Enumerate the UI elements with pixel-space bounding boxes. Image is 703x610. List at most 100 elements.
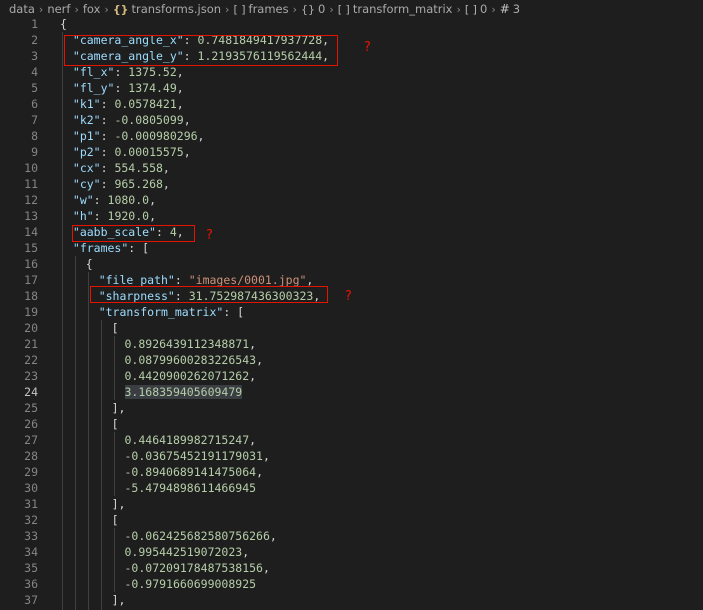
json-number: 1374.49 <box>128 81 177 95</box>
breadcrumb-item-transform-matrix[interactable]: [ ] transform_matrix <box>338 2 453 16</box>
indent-guide <box>114 528 115 592</box>
code-text: "k2": -0.0805099, <box>73 112 191 128</box>
code-line[interactable]: 23 0.4420900262071262, <box>0 368 703 384</box>
breadcrumb-item-fox[interactable]: fox <box>83 2 101 16</box>
line-number: 37 <box>24 593 38 607</box>
code-line[interactable]: 24 3.168359405609479 <box>0 384 703 400</box>
line-number: 17 <box>24 273 38 287</box>
json-number: 0.00015575 <box>114 145 184 159</box>
line-number: 20 <box>24 321 38 335</box>
code-line[interactable]: 13 "h": 1920.0, <box>0 208 703 224</box>
json-number: -5.4794898611466945 <box>124 481 257 495</box>
array-icon: [ ] <box>233 2 246 16</box>
breadcrumb-item-row-0[interactable]: [ ] 0 <box>465 2 487 16</box>
code-text: [ <box>112 512 119 528</box>
code-line[interactable]: 31], <box>0 496 703 512</box>
code-text: -0.07209178487538156, <box>125 560 270 576</box>
breadcrumb-label: nerf <box>47 2 71 16</box>
json-punctuation: ], <box>111 593 126 607</box>
indent-guide <box>75 256 76 610</box>
breadcrumb-item-data[interactable]: data <box>9 2 35 16</box>
breadcrumb-label: frames <box>248 2 289 16</box>
line-number: 27 <box>24 433 38 447</box>
code-text: 0.4464189982715247, <box>125 432 257 448</box>
indent-guide <box>114 432 115 496</box>
code-line[interactable]: 32 [ <box>0 512 703 528</box>
code-line[interactable]: 27 0.4464189982715247, <box>0 432 703 448</box>
json-string: "images/0001.jpg" <box>188 273 307 287</box>
code-text: 0.8926439112348871, <box>125 336 257 352</box>
json-punctuation: : [ <box>128 241 150 255</box>
code-line[interactable]: 5 "fl_y": 1374.49, <box>0 80 703 96</box>
json-number: -0.062425682580756266 <box>124 529 270 543</box>
question-mark-annotation: ? <box>364 40 371 55</box>
json-number: 0.8926439112348871 <box>124 337 250 351</box>
code-line[interactable]: 34 0.995442519072023, <box>0 544 703 560</box>
json-punctuation: : <box>93 193 108 207</box>
json-punctuation: : <box>100 161 115 175</box>
json-number: 965.268 <box>114 177 163 191</box>
code-line[interactable]: 7 "k2": -0.0805099, <box>0 112 703 128</box>
json-key: "frames" <box>72 241 129 255</box>
code-line[interactable]: 28 -0.03675452191179031, <box>0 448 703 464</box>
code-line[interactable]: 12 "w": 1080.0, <box>0 192 703 208</box>
line-number: 3 <box>31 49 38 63</box>
json-key: "fl_y" <box>72 81 115 95</box>
breadcrumb-item-nerf[interactable]: nerf <box>47 2 70 16</box>
code-line[interactable]: 10 "cx": 554.558, <box>0 160 703 176</box>
array-icon: [ ] <box>337 2 350 16</box>
code-text: -5.4794898611466945 <box>125 480 257 496</box>
code-line[interactable]: 4 "fl_x": 1375.52, <box>0 64 703 80</box>
json-key: "fl_x" <box>72 65 115 79</box>
code-line[interactable]: 11 "cy": 965.268, <box>0 176 703 192</box>
line-number: 26 <box>24 417 38 431</box>
json-punctuation: , <box>249 369 257 383</box>
breadcrumb-label: 0 <box>318 2 326 16</box>
breadcrumb-item-frames[interactable]: [ ] frames <box>233 2 288 16</box>
code-line[interactable]: 15 "frames": [ <box>0 240 703 256</box>
line-number: 23 <box>24 369 38 383</box>
code-line[interactable]: 21 0.8926439112348871, <box>0 336 703 352</box>
code-line[interactable]: 37], <box>0 592 703 608</box>
code-line[interactable]: 36 -0.9791660699008925 <box>0 576 703 592</box>
code-line[interactable]: 20 [ <box>0 320 703 336</box>
json-number: 3.168359405609479 <box>124 385 243 399</box>
code-line[interactable]: 30 -5.4794898611466945 <box>0 480 703 496</box>
code-text: [ <box>112 320 119 336</box>
code-line[interactable]: 1{ <box>0 16 703 32</box>
code-text: "p2": 0.00015575, <box>73 144 191 160</box>
code-line[interactable]: 22 0.08799600283226543, <box>0 352 703 368</box>
json-number: -0.0805099 <box>114 113 184 127</box>
line-number: 4 <box>31 65 38 79</box>
code-line[interactable]: 9 "p2": 0.00015575, <box>0 144 703 160</box>
breadcrumb-item-frame-0[interactable]: {} 0 <box>301 2 325 16</box>
chevron-right-icon: › <box>329 2 334 16</box>
json-punctuation: , <box>162 161 170 175</box>
code-text: ], <box>112 592 126 608</box>
breadcrumb-label: data <box>9 2 35 16</box>
breadcrumb-label: 3 <box>512 2 521 16</box>
code-text: "cy": 965.268, <box>73 176 170 192</box>
code-line[interactable]: 33 -0.062425682580756266, <box>0 528 703 544</box>
code-line[interactable]: 35 -0.07209178487538156, <box>0 560 703 576</box>
code-text: -0.9791660699008925 <box>125 576 257 592</box>
code-editor[interactable]: 37], 36 -0.9791660699008925 35 -0.0720917848… <box>0 16 703 610</box>
code-line[interactable]: 19 "transform_matrix": [ <box>0 304 703 320</box>
line-number: 36 <box>24 577 38 591</box>
breadcrumb-item-index-3[interactable]: #3 <box>500 2 520 16</box>
code-line[interactable]: 6 "k1": 0.0578421, <box>0 96 703 112</box>
json-number: 0.995442519072023 <box>124 545 243 559</box>
json-punctuation: , <box>183 113 191 127</box>
json-punctuation: ], <box>111 401 126 415</box>
breadcrumb-item-file[interactable]: {} transforms.json <box>113 2 221 16</box>
chevron-right-icon: › <box>456 2 461 16</box>
code-text: "w": 1080.0, <box>73 192 156 208</box>
code-text: ], <box>112 400 126 416</box>
json-key: "w" <box>72 193 94 207</box>
code-line[interactable]: 8 "p1": -0.000980296, <box>0 128 703 144</box>
code-line[interactable]: 25], <box>0 400 703 416</box>
code-line[interactable]: 26 [ <box>0 416 703 432</box>
code-line[interactable]: 16 { <box>0 256 703 272</box>
code-line[interactable]: 29 -0.8940689141475064, <box>0 464 703 480</box>
line-number: 1 <box>31 17 38 31</box>
